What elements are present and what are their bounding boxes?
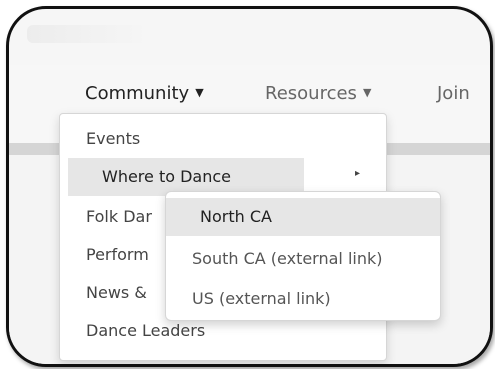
nav-join-label: Join — [437, 83, 470, 104]
submenu-arrow-icon: ▸ — [354, 168, 360, 179]
where-to-dance-submenu: North CA South CA (external link) US (ex… — [165, 191, 441, 321]
caret-down-icon: ▼ — [362, 85, 372, 99]
menu-item-label: News & — [86, 283, 147, 302]
menu-item-label: Events — [86, 129, 141, 148]
submenu-item-label: US (external link) — [192, 289, 331, 308]
nav-community[interactable]: Community ▼ — [85, 83, 204, 104]
nav-join[interactable]: Join — [437, 83, 470, 104]
menu-item-label: Where to Dance — [102, 167, 232, 186]
nav-resources[interactable]: Resources ▼ — [265, 83, 371, 104]
menu-item-label: Folk Dar — [86, 207, 152, 226]
caret-down-icon: ▼ — [195, 85, 204, 99]
menu-item-label: Dance Leaders — [86, 321, 206, 340]
submenu-item-south-ca[interactable]: South CA (external link) — [166, 240, 440, 278]
submenu-item-us[interactable]: US (external link) — [166, 280, 440, 318]
menu-item-label: Perform — [86, 245, 149, 264]
submenu-item-north-ca[interactable]: North CA — [166, 198, 440, 236]
nav-community-label: Community — [85, 83, 190, 104]
submenu-item-label: South CA (external link) — [192, 249, 383, 268]
submenu-item-label: North CA — [200, 207, 272, 226]
site-header-blur — [27, 25, 147, 43]
menu-item-events[interactable]: Events — [60, 120, 386, 158]
screenshot-frame: Community ▼ Resources ▼ Join Events Where … — [6, 6, 493, 367]
nav-resources-label: Resources — [265, 83, 357, 104]
